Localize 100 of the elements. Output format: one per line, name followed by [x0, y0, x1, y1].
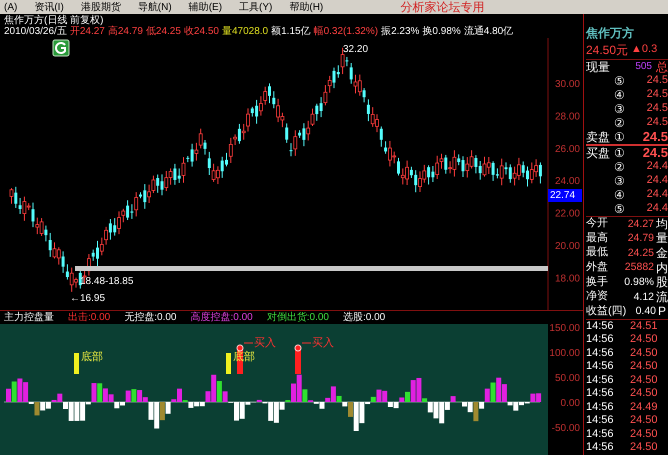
trade-time: 14:56: [586, 415, 615, 426]
signal-label: 底部: [81, 351, 103, 363]
last-price: 24.50元: [586, 42, 628, 58]
signal-label: 买入: [312, 337, 334, 349]
order-price: 24.5: [646, 103, 668, 114]
quote-label: 换手: [586, 276, 608, 288]
quote-value: 24.27: [628, 218, 654, 230]
order-price: 24.5: [642, 146, 668, 159]
quote-value: 4.12: [634, 292, 654, 302]
order-price: 24.5: [646, 75, 668, 86]
axis-label: 50.00: [554, 373, 580, 384]
buy-signal-bar: [295, 349, 301, 374]
trade-price: 24.51: [630, 320, 658, 332]
order-price: 24.4: [646, 189, 668, 200]
indicator-value: 无控盘:0.00: [124, 311, 176, 325]
axis-label: 100.00: [549, 348, 580, 359]
axis-label: 26.00: [554, 144, 580, 155]
quote-label: P: [658, 305, 666, 318]
trade-price: 24.50: [630, 374, 658, 386]
order-level: ③: [614, 102, 626, 114]
order-price: 24.4: [646, 203, 668, 214]
order-level: ④: [614, 88, 626, 100]
trade-price: 24.50: [630, 442, 658, 454]
axis-label: 30.00: [554, 79, 580, 90]
menu-item[interactable]: 导航(N): [138, 0, 172, 14]
quote-label: 内: [656, 262, 668, 274]
menu-item[interactable]: 资讯(I): [34, 0, 64, 14]
quote-field: 低24.25: [146, 26, 181, 37]
menu-item[interactable]: 工具(Y): [239, 0, 272, 14]
order-price: 24.4: [646, 161, 668, 172]
indicator-value: 选股:0.00: [343, 310, 386, 325]
trade-time: 14:56: [586, 320, 615, 332]
axis-label: 22.00: [554, 208, 580, 220]
bottom-signal-bar: [226, 353, 231, 374]
signal-label: 买入: [254, 337, 276, 349]
trade-time: 14:56: [586, 334, 615, 346]
leader-line: [302, 342, 312, 344]
order-level: ⑤: [614, 202, 626, 214]
quote-label: 外盘: [586, 262, 608, 274]
order-level: ③: [614, 174, 626, 186]
trade-price: 24.49: [630, 402, 658, 413]
order-level: ②: [614, 160, 626, 172]
quote-label: 最高: [586, 232, 608, 244]
trade-price: 24.50: [630, 348, 658, 359]
quote-field: 幅0.32(1.32%): [314, 26, 378, 37]
order-level: ④: [614, 188, 626, 200]
menu-item[interactable]: 港股期货: [80, 0, 121, 14]
cursor-price: 22.74: [548, 189, 582, 202]
quote-label: 均: [656, 218, 668, 230]
axis-label: 20.00: [554, 241, 580, 252]
bottom-signal-bar: [74, 353, 79, 374]
quote-value: 505: [634, 62, 652, 72]
trade-time: 14:56: [586, 361, 615, 372]
axis-label: 0.00: [560, 398, 580, 409]
quote-label: 量: [656, 232, 668, 244]
quote-value: 24.79: [628, 233, 654, 244]
low-label: ←16.95: [70, 293, 106, 304]
axis-label: 150.00: [549, 324, 580, 334]
quote-value: 0.98%: [624, 276, 654, 288]
menu-note: 分析家论坛专用: [400, 0, 484, 16]
trade-price: 24.50: [630, 388, 658, 400]
quote-label: 收益(四): [586, 306, 626, 317]
trade-time: 14:56: [586, 388, 615, 400]
axis-label: -50.00: [552, 423, 580, 434]
quote-label: 金: [656, 246, 668, 259]
order-price: 24.5: [646, 117, 668, 128]
quote-field: 流通4.80亿: [464, 26, 514, 37]
quote-label: 流: [656, 290, 668, 303]
order-level: ⑤: [614, 74, 626, 86]
price-change: ▲0.3: [631, 42, 658, 58]
order-price: 24.5: [646, 89, 668, 100]
order-level: ②: [614, 116, 626, 128]
order-level: ①: [614, 130, 626, 142]
trade-price: 24.50: [630, 361, 658, 372]
quote-field: 换0.98%: [422, 26, 461, 37]
trade-time: 14:56: [586, 428, 615, 440]
menu-item[interactable]: 帮助(H): [289, 0, 324, 14]
g-logo-icon[interactable]: [52, 40, 70, 56]
axis-label: 24.00: [554, 176, 580, 188]
trade-time: 14:56: [586, 348, 615, 359]
quote-field: 高24.79: [108, 26, 143, 37]
order-level: ①: [614, 146, 626, 158]
quote-value: 0.40: [636, 306, 656, 317]
indicator-value: 高度控盘:0.00: [190, 310, 253, 325]
quote-label: 买盘: [586, 146, 610, 158]
order-price: 24.5: [642, 130, 668, 143]
trade-time: 14:56: [586, 402, 615, 413]
indicator-value: 对倒出货:0.00: [266, 310, 329, 325]
quote-field: 振2.23%: [381, 26, 420, 37]
menu-item[interactable]: 辅助(E): [188, 0, 222, 14]
menu-item[interactable]: (A): [4, 0, 18, 14]
trade-time: 14:56: [586, 374, 615, 386]
quote-field: 收24.50: [184, 26, 219, 37]
quote-label: 最低: [586, 247, 608, 258]
axis-label: 28.00: [554, 111, 580, 122]
axis-label: 18.00: [554, 273, 580, 284]
quote-value: 25882: [624, 262, 654, 273]
quote-value: 24.25: [628, 248, 654, 258]
indicator-value: 出击:0.00: [68, 310, 110, 325]
stock-name: 焦作万方: [586, 25, 635, 40]
